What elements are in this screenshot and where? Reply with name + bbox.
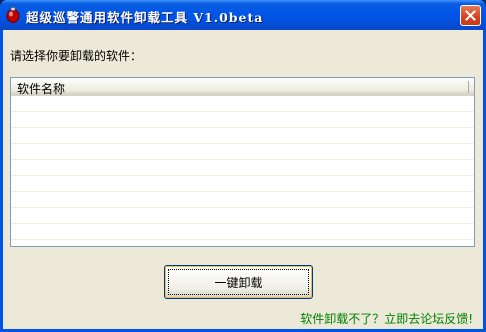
empty-row	[11, 176, 474, 192]
dialog-body: 请选择你要卸载的软件： 软件名称 一键卸载 软件卸载不了？立即去论坛反馈!	[3, 30, 483, 329]
empty-row	[11, 208, 474, 224]
app-icon	[6, 7, 20, 23]
forum-feedback-link[interactable]: 软件卸载不了？立即去论坛反馈!	[300, 310, 473, 327]
column-header-name[interactable]: 软件名称	[17, 80, 65, 97]
empty-row	[11, 128, 474, 144]
software-list[interactable]: 软件名称	[10, 77, 475, 247]
uninstall-button-label: 一键卸载	[168, 269, 309, 295]
window-title: 超级巡警通用软件卸载工具 V1.0beta	[26, 10, 264, 25]
close-button[interactable]	[460, 5, 481, 26]
empty-row	[11, 112, 474, 128]
app-window: 超级巡警通用软件卸载工具 V1.0beta 请选择你要卸载的软件： 软件名称 一…	[0, 0, 486, 332]
empty-row	[11, 192, 474, 208]
title-bar[interactable]: 超级巡警通用软件卸载工具 V1.0beta	[0, 0, 486, 30]
list-header: 软件名称	[11, 78, 474, 96]
close-icon	[465, 10, 476, 21]
list-rows	[11, 96, 474, 246]
uninstall-button[interactable]: 一键卸载	[164, 265, 313, 299]
empty-row	[11, 224, 474, 240]
select-prompt: 请选择你要卸载的软件：	[10, 49, 143, 63]
empty-row	[11, 144, 474, 160]
column-separator[interactable]	[468, 81, 469, 93]
empty-row	[11, 96, 474, 112]
empty-row	[11, 160, 474, 176]
